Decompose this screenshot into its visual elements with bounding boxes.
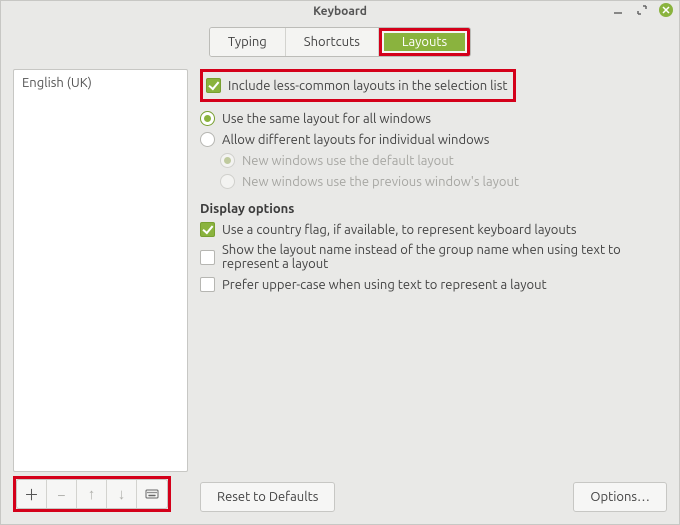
- remove-layout-button[interactable]: −: [47, 480, 77, 508]
- show-keyboard-button[interactable]: [137, 480, 167, 508]
- layout-list[interactable]: English (UK): [13, 69, 188, 472]
- same-layout-label: Use the same layout for all windows: [222, 112, 431, 126]
- tab-shortcuts[interactable]: Shortcuts: [286, 28, 379, 56]
- highlight-layouts-tab: Layouts: [379, 28, 470, 56]
- close-icon: [659, 3, 673, 17]
- arrow-down-icon: ↓: [118, 485, 126, 503]
- same-layout-radio[interactable]: [200, 111, 215, 126]
- tab-layouts[interactable]: Layouts: [384, 33, 465, 51]
- new-default-radio: [220, 153, 235, 168]
- window-controls: [611, 3, 673, 17]
- new-previous-label: New windows use the previous window's la…: [242, 175, 519, 189]
- tab-typing[interactable]: Typing: [210, 28, 286, 56]
- keyboard-settings-window: Keyboard Typing Shortcuts Layouts Englis…: [0, 0, 680, 525]
- maximize-icon: [635, 3, 649, 17]
- maximize-button[interactable]: [635, 3, 649, 17]
- reset-defaults-button[interactable]: Reset to Defaults: [200, 482, 335, 512]
- highlight-include-less-common: Include less-common layouts in the selec…: [200, 69, 516, 102]
- highlight-add-button: ＋ − ↑ ↓: [13, 476, 171, 512]
- country-flag-checkbox[interactable]: [200, 222, 215, 237]
- include-less-common-checkbox[interactable]: [206, 78, 221, 93]
- move-down-button[interactable]: ↓: [107, 480, 137, 508]
- upper-case-checkbox[interactable]: [200, 277, 215, 292]
- titlebar: Keyboard: [1, 1, 679, 21]
- arrow-up-icon: ↑: [88, 485, 96, 503]
- different-layout-radio[interactable]: [200, 132, 215, 147]
- country-flag-label: Use a country flag, if available, to rep…: [222, 223, 577, 237]
- move-up-button[interactable]: ↑: [77, 480, 107, 508]
- include-less-common-label: Include less-common layouts in the selec…: [228, 79, 507, 93]
- new-previous-radio: [220, 174, 235, 189]
- display-options-title: Display options: [200, 192, 667, 219]
- minimize-button[interactable]: [611, 3, 625, 17]
- minus-icon: −: [57, 486, 65, 503]
- plus-icon: ＋: [24, 484, 39, 505]
- upper-case-label: Prefer upper-case when using text to rep…: [222, 278, 547, 292]
- options-button[interactable]: Options…: [573, 482, 667, 512]
- keyboard-icon: [145, 487, 159, 501]
- add-layout-button[interactable]: ＋: [17, 480, 47, 508]
- layout-name-checkbox[interactable]: [200, 250, 215, 265]
- minimize-icon: [611, 3, 625, 17]
- layout-name-label: Show the layout name instead of the grou…: [222, 243, 667, 271]
- close-button[interactable]: [659, 3, 673, 17]
- window-title: Keyboard: [313, 5, 367, 18]
- new-default-label: New windows use the default layout: [242, 154, 454, 168]
- different-layout-label: Allow different layouts for individual w…: [222, 133, 489, 147]
- tab-bar: Typing Shortcuts Layouts: [1, 21, 679, 57]
- list-item[interactable]: English (UK): [22, 74, 179, 92]
